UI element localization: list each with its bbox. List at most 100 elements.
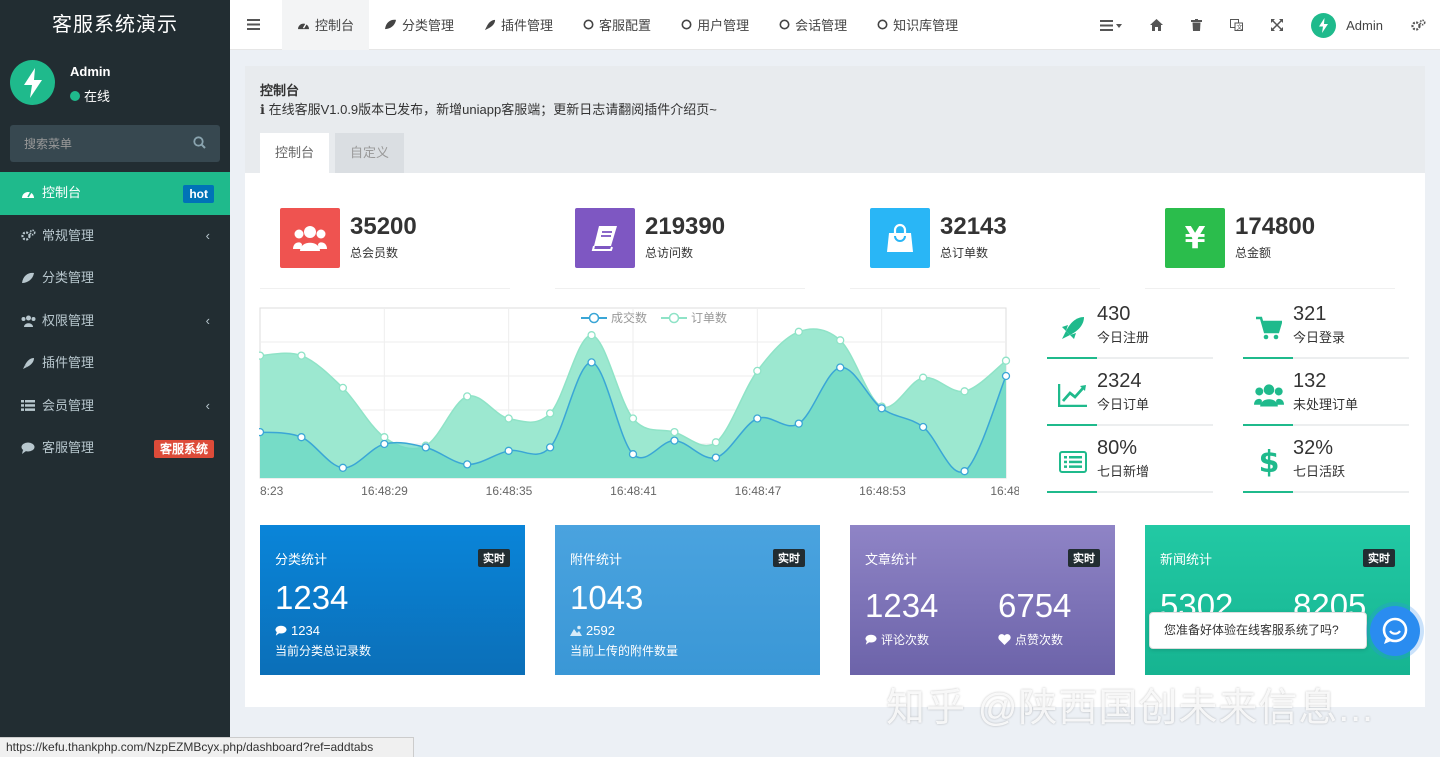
list-alt-icon <box>1057 447 1089 477</box>
legend-item-deals[interactable]: 成交数 <box>581 309 647 326</box>
search-icon[interactable] <box>193 136 206 152</box>
data-point <box>753 366 762 376</box>
language-button[interactable]: 文 <box>1216 0 1257 50</box>
fullscreen-button[interactable] <box>1257 0 1297 50</box>
tab-label: 客服配置 <box>599 18 652 33</box>
hot-badge: hot <box>183 185 214 203</box>
x-tick-label: 16:48:41 <box>610 484 657 498</box>
card-article-stats: 文章统计 实时 1234 评论次数 6754 点赞次数 <box>850 525 1115 675</box>
stat-total-members: 35200 总会员数 <box>260 207 510 289</box>
data-point <box>628 414 638 423</box>
sidebar-item-label: 插件管理 <box>42 355 95 370</box>
sidebar: 客服系统演示 Admin 在线 控制台 hot 常规管理 ‹ 分类管理 权限管 <box>0 0 230 757</box>
sidebar-item-permission[interactable]: 权限管理 ‹ <box>0 300 230 343</box>
data-point <box>297 351 306 360</box>
sidebar-item-member[interactable]: 会员管理 ‹ <box>0 385 230 428</box>
menu-toggle-button[interactable] <box>230 0 282 50</box>
sidebar-item-dashboard[interactable]: 控制台 hot <box>0 172 230 215</box>
tab-label: 会话管理 <box>795 18 848 33</box>
card-value: 1234 <box>275 579 349 616</box>
mini-stat-week-new: 80% 七日新增 <box>1047 436 1213 493</box>
chevron-left-icon: ‹ <box>205 397 210 413</box>
comment-icon <box>275 625 287 636</box>
line-chart-icon <box>1057 380 1089 410</box>
info-icon: ℹ <box>260 102 265 117</box>
tab-dashboard[interactable]: 控制台 <box>260 133 330 173</box>
mini-stat-today-login: 321 今日登录 <box>1243 302 1409 359</box>
sidebar-item-label: 分类管理 <box>42 270 95 285</box>
data-point <box>670 436 679 445</box>
sidebar-item-category[interactable]: 分类管理 <box>0 257 230 300</box>
data-point <box>960 387 969 396</box>
search-input[interactable] <box>10 125 220 162</box>
sidebar-item-label: 权限管理 <box>42 312 95 328</box>
realtime-badge: 实时 <box>1363 549 1395 567</box>
data-point <box>753 414 762 423</box>
clear-cache-button[interactable] <box>1177 0 1216 50</box>
home-button[interactable] <box>1136 0 1177 50</box>
heart-icon <box>998 634 1011 645</box>
admin-menu[interactable]: Admin <box>1297 12 1397 38</box>
tab-category[interactable]: 分类管理 <box>369 0 469 50</box>
card-sub: 2592 <box>570 623 615 638</box>
stat-total-visits: 219390 总访问数 <box>555 207 805 289</box>
page-notice: ℹ 在线客服V1.0.9版本已发布，新增uniapp客服端；更新日志请翻阅插件介… <box>260 99 717 118</box>
underline-accent <box>1243 357 1293 359</box>
data-point <box>628 450 638 459</box>
user-status: 在线 <box>70 86 110 105</box>
sidebar-item-service[interactable]: 客服管理 客服系统 <box>0 427 230 470</box>
tab-service-config[interactable]: 客服配置 <box>568 0 666 50</box>
data-point <box>421 443 430 452</box>
mini-stat-value: 321 <box>1293 303 1327 325</box>
comment-icon <box>20 442 36 455</box>
user-panel: Admin 在线 <box>0 50 230 116</box>
tab-list-dropdown[interactable] <box>1086 0 1136 50</box>
app-title[interactable]: 客服系统演示 <box>0 0 230 50</box>
tab-dashboard[interactable]: 控制台 <box>282 0 370 50</box>
tab-knowledge-base[interactable]: 知识库管理 <box>862 0 973 50</box>
leaf-icon <box>385 19 397 30</box>
stat-total-amount: ¥ 174800 总金额 <box>1145 207 1395 289</box>
circle-icon <box>779 19 790 30</box>
user-name: Admin <box>70 64 111 79</box>
yen-icon: ¥ <box>1165 208 1225 268</box>
chat-prompt-bubble[interactable]: 您准备好体验在线客服系统了吗? <box>1149 612 1367 649</box>
chat-icon <box>1382 617 1408 644</box>
home-icon <box>1150 19 1164 31</box>
chart-legend: 成交数 订单数 <box>581 309 727 326</box>
data-point <box>670 427 679 437</box>
sidebar-item-plugin[interactable]: 插件管理 <box>0 342 230 385</box>
rocket-icon <box>1057 313 1089 343</box>
card-desc: 当前分类总记录数 <box>275 644 372 658</box>
watermark: 知乎 @陕西国创未来信息... <box>886 687 1374 730</box>
settings-button[interactable] <box>1397 0 1440 50</box>
legend-item-orders[interactable]: 订单数 <box>661 309 727 326</box>
card-sub-label: 评论次数 <box>881 633 930 647</box>
mini-stat-week-active: $ 32% 七日活跃 <box>1243 436 1409 493</box>
card-sub-likes: 点赞次数 <box>998 631 1063 648</box>
tab-custom[interactable]: 自定义 <box>335 133 405 173</box>
data-point <box>545 443 555 452</box>
data-point <box>545 409 555 418</box>
tab-plugin[interactable]: 插件管理 <box>469 0 568 50</box>
tab-user-manage[interactable]: 用户管理 <box>666 0 764 50</box>
book-icon <box>575 208 635 268</box>
circle-icon <box>681 19 692 30</box>
card-category-stats: 分类统计 实时 1234 1234 当前分类总记录数 <box>260 525 525 675</box>
card-value-likes: 6754 <box>998 587 1072 624</box>
chat-launcher-button[interactable] <box>1370 606 1420 656</box>
data-point <box>918 373 928 382</box>
avatar[interactable] <box>10 60 55 105</box>
data-point <box>794 327 803 336</box>
admin-name: Admin <box>1346 17 1383 33</box>
tab-session-manage[interactable]: 会话管理 <box>764 0 862 50</box>
stat-label: 总访问数 <box>645 246 694 260</box>
card-sub-label: 点赞次数 <box>1015 633 1064 647</box>
trend-chart-svg: 8:23 16:48:29 16:48:35 16:48:41 16:48:47 16:4… <box>255 307 1024 498</box>
data-point <box>463 460 472 469</box>
notice-text: 在线客服V1.0.9版本已发布，新增uniapp客服端；更新日志请翻阅插件介绍页… <box>268 102 717 117</box>
data-point <box>836 336 845 345</box>
data-point <box>711 438 721 447</box>
sidebar-item-label: 会员管理 <box>42 397 95 413</box>
sidebar-item-general[interactable]: 常规管理 ‹ <box>0 215 230 258</box>
